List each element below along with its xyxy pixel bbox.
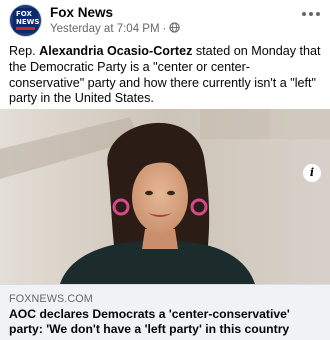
more-options-icon[interactable] xyxy=(302,9,320,19)
logo-text-fox: FOX xyxy=(16,10,32,18)
post-timestamp[interactable]: Yesterday at 7:04 PM xyxy=(50,23,160,35)
link-preview-card[interactable]: FOXNEWS.COM AOC declares Democrats a 'ce… xyxy=(0,284,330,340)
post-header: FOX NEWS Fox News Yesterday at 7:04 PM · xyxy=(0,0,330,40)
link-preview-image[interactable] xyxy=(0,109,330,284)
post-meta: Yesterday at 7:04 PM · xyxy=(50,22,181,35)
logo-red-bar xyxy=(16,27,35,30)
portrait-photo xyxy=(0,109,330,284)
caption-mention[interactable]: Alexandria Ocasio-Cortez xyxy=(39,44,192,58)
page-name-link[interactable]: Fox News xyxy=(50,5,113,20)
page-avatar[interactable]: FOX NEWS xyxy=(9,4,42,37)
link-headline[interactable]: AOC declares Democrats a 'center-conserv… xyxy=(9,307,325,336)
link-domain: FOXNEWS.COM xyxy=(9,293,93,305)
globe-icon[interactable] xyxy=(169,22,181,33)
info-icon[interactable]: i xyxy=(302,163,322,183)
meta-separator: · xyxy=(162,23,167,35)
logo-text-news: NEWS xyxy=(16,18,40,26)
post-caption: Rep. Alexandria Ocasio-Cortez stated on … xyxy=(9,44,321,107)
fox-news-logo: FOX NEWS xyxy=(13,8,40,33)
caption-prefix: Rep. xyxy=(9,44,40,58)
